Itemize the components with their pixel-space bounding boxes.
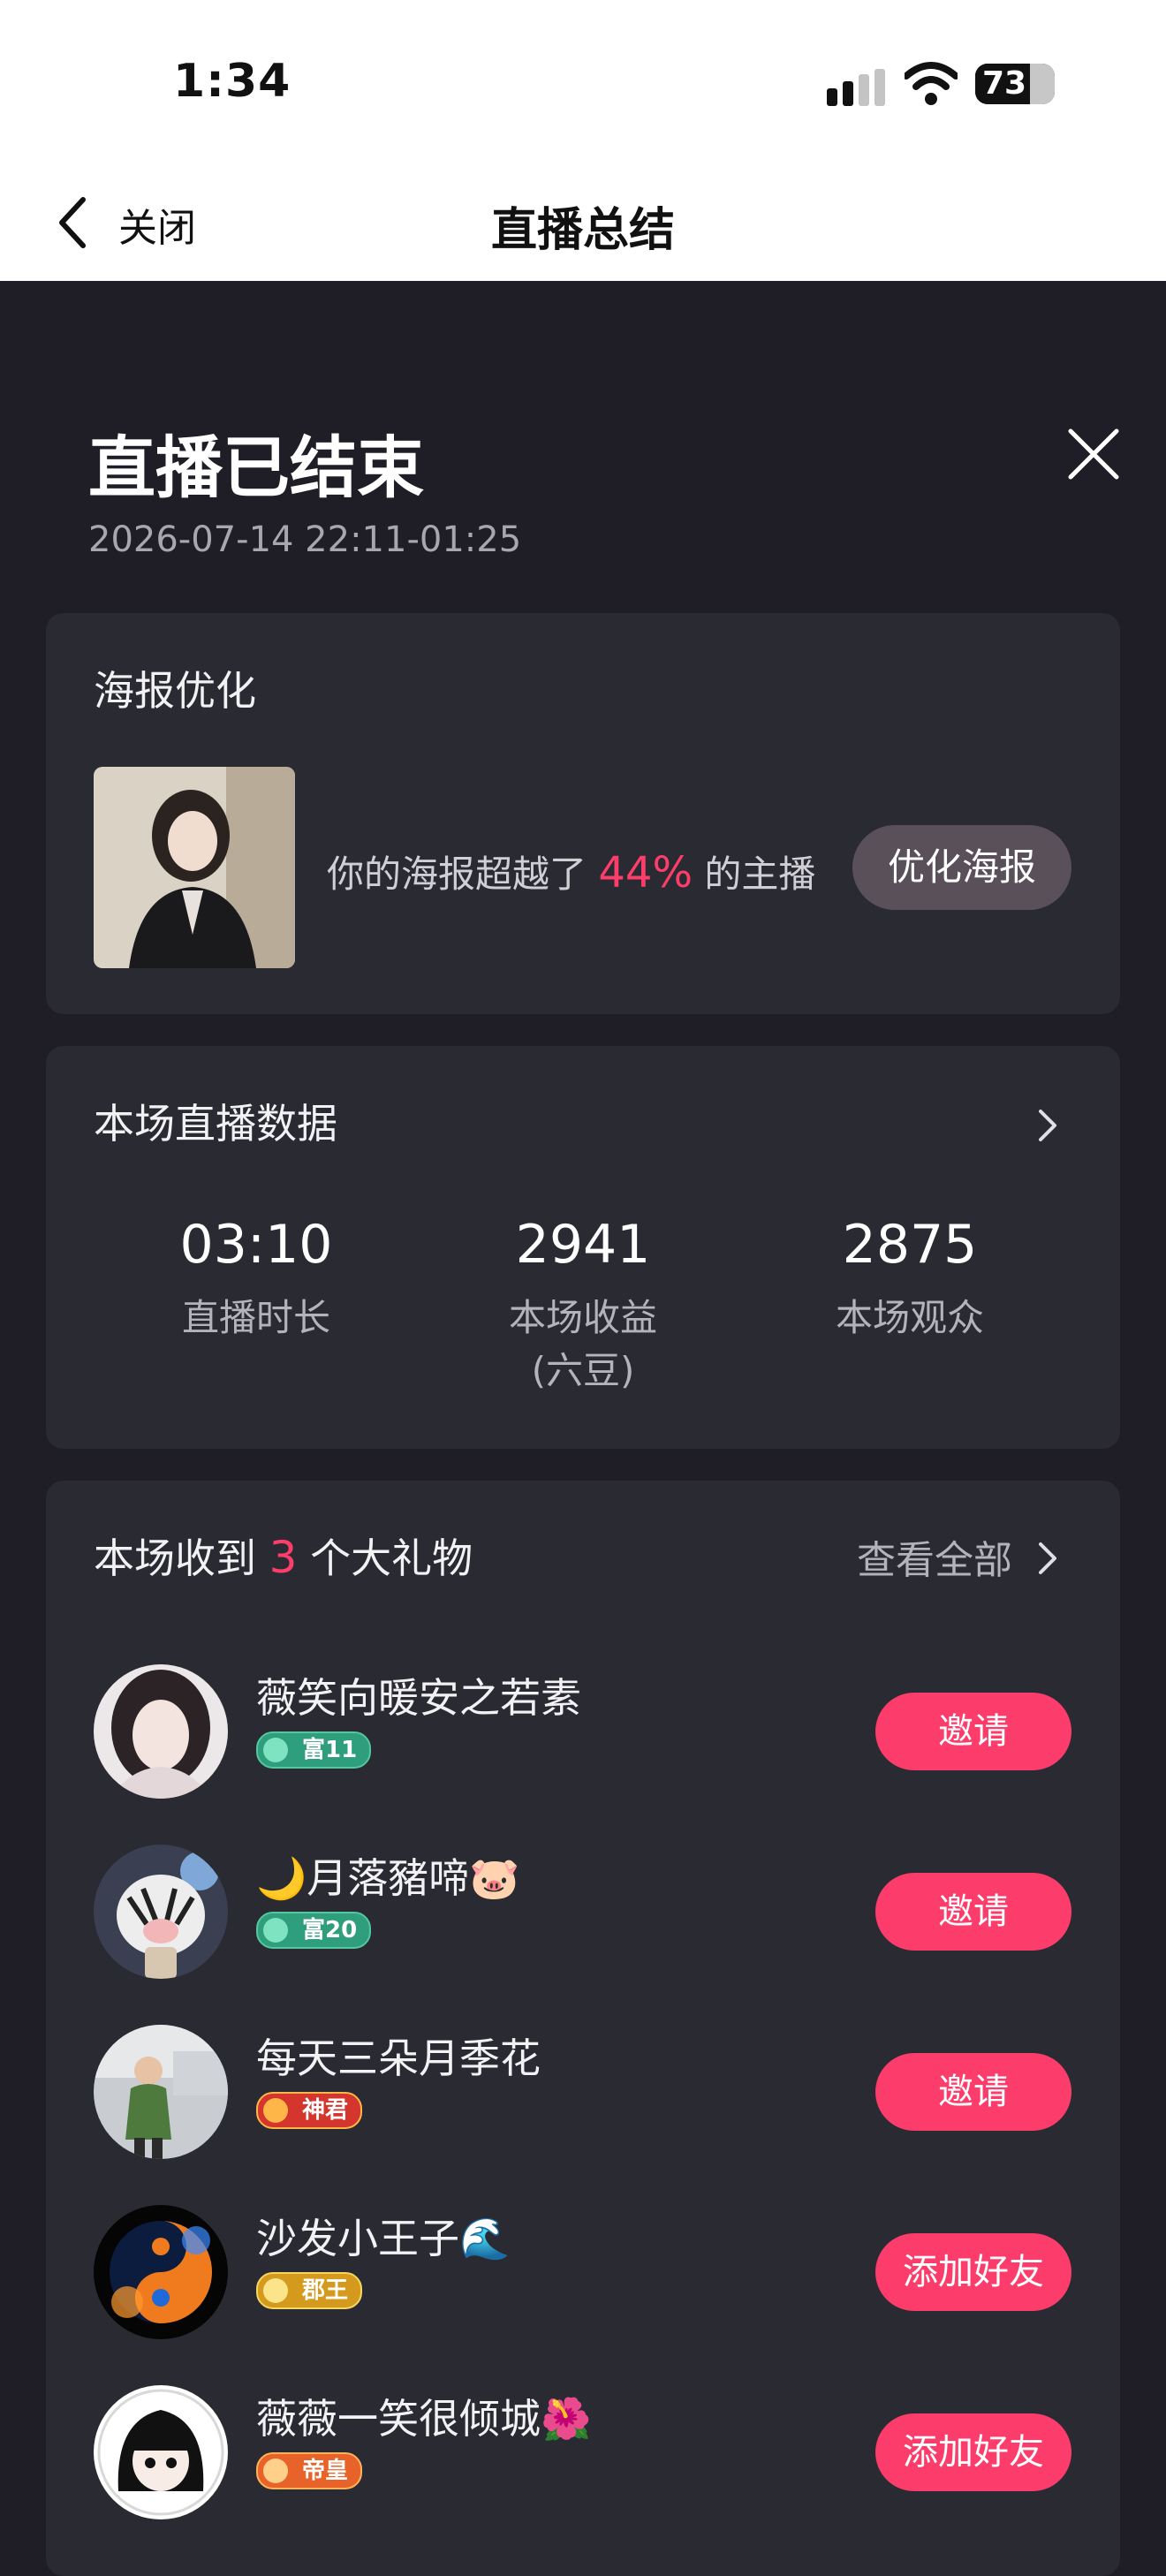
list-item: 沙发小王子🌊 郡王 添加好友 xyxy=(46,2194,1120,2345)
list-item: 薇笑向暖安之若素 富11 邀请 xyxy=(46,1654,1120,1804)
battery-level: 73 xyxy=(982,65,1027,102)
poster-rank-text: 你的海报超越了 44% 的主播 xyxy=(327,845,815,898)
stat-value: 2875 xyxy=(842,1214,978,1276)
diamond-icon xyxy=(263,2278,288,2303)
avatar[interactable] xyxy=(94,1664,228,1799)
level-icon xyxy=(263,1918,288,1943)
avatar[interactable] xyxy=(94,2025,228,2159)
card-title-stats: 本场直播数据 xyxy=(94,1100,337,1148)
add-friend-button[interactable]: 添加好友 xyxy=(875,2233,1071,2311)
page-title: 直播总结 xyxy=(490,204,675,257)
poster-optimize-card: 海报优化 你的海报超越了 44% 的主播 优化海报 xyxy=(46,613,1120,1014)
list-item: 每天三朵月季花 神君 邀请 xyxy=(46,2014,1120,2164)
invite-button[interactable]: 邀请 xyxy=(875,1873,1071,1951)
badge-text: 富11 xyxy=(302,1737,358,1763)
avatar[interactable] xyxy=(94,2205,228,2339)
invite-button[interactable]: 邀请 xyxy=(875,1693,1071,1770)
stat-audience: 2875 本场观众 xyxy=(777,1214,1042,1345)
user-name: 🌙月落豬啼🐷 xyxy=(256,1854,520,1902)
stat-duration: 03:10 直播时长 xyxy=(124,1214,389,1345)
poster-text-suffix: 的主播 xyxy=(704,852,816,896)
crown-icon xyxy=(263,2459,288,2483)
view-all-link[interactable]: 查看全部 xyxy=(857,1528,1012,1585)
user-name: 薇笑向暖安之若素 xyxy=(256,1674,581,1722)
optimize-poster-button[interactable]: 优化海报 xyxy=(852,825,1071,910)
stat-value: 03:10 xyxy=(179,1214,333,1276)
avatar[interactable] xyxy=(94,2385,228,2519)
stat-label-unit: (六豆) xyxy=(531,1349,635,1392)
close-icon[interactable] xyxy=(1065,426,1122,482)
user-name: 沙发小王子🌊 xyxy=(256,2215,511,2262)
stat-label: 直播时长 xyxy=(181,1296,330,1339)
gifts-title: 本场收到 3 个大礼物 xyxy=(94,1527,473,1585)
avatar[interactable] xyxy=(94,1845,228,1979)
user-name: 每天三朵月季花 xyxy=(256,2034,541,2082)
live-ended-title: 直播已结束 xyxy=(88,428,424,507)
gifts-title-suffix: 个大礼物 xyxy=(310,1534,473,1582)
big-gifts-card: 本场收到 3 个大礼物 查看全部 薇笑向暖安之若素 富11 邀请 🌙月落豬啼🐷 … xyxy=(46,1481,1120,2576)
wealth-level-badge: 富20 xyxy=(256,1912,372,1949)
shield-icon xyxy=(263,2098,288,2123)
stat-label-main: 本场收益 xyxy=(508,1296,657,1339)
user-name: 薇薇一笑很倾城🌺 xyxy=(256,2395,592,2443)
gifts-count: 3 xyxy=(269,1532,298,1583)
stat-value: 2941 xyxy=(515,1214,651,1276)
list-item: 🌙月落豬啼🐷 富20 邀请 xyxy=(46,1834,1120,1984)
poster-thumbnail[interactable] xyxy=(94,767,295,968)
live-stats-card[interactable]: 本场直播数据 03:10 直播时长 2941 本场收益 (六豆) 2875 本场… xyxy=(46,1046,1120,1449)
list-item: 薇薇一笑很倾城🌺 帝皇 添加好友 xyxy=(46,2375,1120,2525)
poster-percent: 44% xyxy=(598,848,693,898)
wifi-icon xyxy=(905,62,958,105)
invite-button[interactable]: 邀请 xyxy=(875,2053,1071,2131)
stat-label: 本场观众 xyxy=(835,1296,984,1339)
badge-text: 郡王 xyxy=(302,2277,349,2304)
wealth-level-badge: 富11 xyxy=(256,1731,372,1769)
chevron-right-icon[interactable] xyxy=(1035,1539,1060,1578)
live-date-range: 2026-07-14 22:11-01:25 xyxy=(88,519,522,560)
stat-label: 本场收益 (六豆) xyxy=(450,1292,716,1398)
cellular-signal-icon xyxy=(827,69,885,106)
badge-text: 富20 xyxy=(302,1917,358,1943)
poster-text-prefix: 你的海报超越了 xyxy=(327,852,587,896)
add-friend-button[interactable]: 添加好友 xyxy=(875,2413,1071,2491)
badge-text: 神君 xyxy=(302,2097,349,2124)
status-time: 1:34 xyxy=(173,55,292,108)
noble-rank-badge: 神君 xyxy=(256,2092,363,2129)
noble-rank-badge: 郡王 xyxy=(256,2272,363,2309)
stat-income: 2941 本场收益 (六豆) xyxy=(450,1214,716,1398)
gifts-title-prefix: 本场收到 xyxy=(94,1534,256,1582)
card-title-poster: 海报优化 xyxy=(94,667,256,715)
level-icon xyxy=(263,1738,288,1762)
noble-rank-badge: 帝皇 xyxy=(256,2452,363,2489)
battery-icon: 73 xyxy=(975,64,1055,104)
badge-text: 帝皇 xyxy=(302,2458,349,2484)
chevron-right-icon[interactable] xyxy=(1035,1106,1060,1145)
